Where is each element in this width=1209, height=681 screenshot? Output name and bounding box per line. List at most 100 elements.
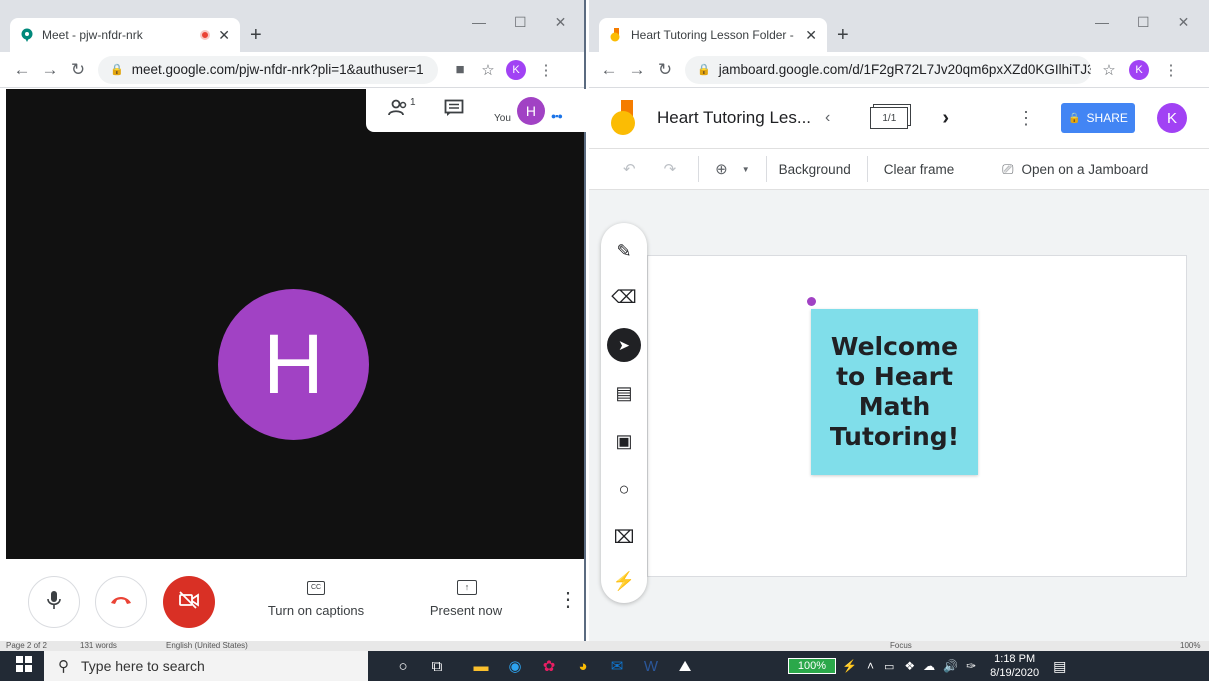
outlook-icon[interactable]: ✉ (600, 651, 634, 681)
menu-kebab-icon[interactable]: ⋮ (532, 61, 560, 79)
notifications-icon[interactable]: ▤ (1053, 658, 1066, 675)
maximize-icon[interactable]: ☐ (514, 14, 527, 31)
sticky-handle-icon[interactable] (807, 297, 816, 306)
toolbar: ← → ↻ 🔒 jamboard.google.com/d/1F2gR72L7J… (589, 52, 1209, 88)
present-screen-icon[interactable]: ↑ (457, 580, 477, 595)
open-on-jamboard-button[interactable]: Open on a Jamboard (1021, 162, 1148, 177)
clock-time: 1:18 PM (994, 653, 1036, 665)
word-icon[interactable]: W (634, 651, 668, 681)
undo-icon[interactable]: ↶ (623, 160, 636, 178)
network-icon[interactable]: ▭ (884, 660, 894, 673)
start-button[interactable] (4, 651, 44, 681)
cortana-icon[interactable]: ○ (386, 651, 420, 681)
new-tab-icon[interactable]: + (837, 24, 849, 47)
background-button[interactable]: Background (779, 162, 851, 177)
previous-frame-icon[interactable]: ‹ (825, 109, 830, 127)
address-bar[interactable]: 🔒 jamboard.google.com/d/1F2gR72L7Jv20qm6… (685, 55, 1091, 84)
participant-avatar: H (218, 289, 369, 440)
next-frame-icon[interactable]: › (942, 107, 949, 130)
tab-meet[interactable]: Meet - pjw-nfdr-nrk ✕ (10, 18, 240, 52)
clear-frame-button[interactable]: Clear frame (884, 162, 955, 177)
reload-icon[interactable]: ↻ (64, 60, 92, 80)
share-button[interactable]: 🔒 SHARE (1061, 103, 1135, 133)
edge-icon[interactable]: ◉ (498, 651, 532, 681)
task-view-icon[interactable]: ⧉ (420, 651, 454, 681)
minimize-icon[interactable]: — (472, 14, 486, 31)
minimize-icon[interactable]: — (1095, 14, 1109, 31)
profile-avatar[interactable]: K (1129, 59, 1149, 80)
close-tab-icon[interactable]: ✕ (218, 27, 230, 44)
focus-mode[interactable]: Focus (890, 641, 912, 650)
app-flower-icon[interactable]: ✿ (532, 651, 566, 681)
close-window-icon[interactable]: ✕ (555, 14, 567, 31)
profile-avatar[interactable]: K (506, 59, 526, 80)
windows-logo-icon (16, 656, 32, 676)
tab-strip: Heart Tutoring Lesson Folder - G ✕ + — ☐… (589, 0, 1209, 52)
battery-indicator[interactable]: 100% (788, 658, 836, 674)
address-bar[interactable]: 🔒 meet.google.com/pjw-nfdr-nrk?pli=1&aut… (98, 55, 438, 84)
self-avatar[interactable]: H (516, 96, 545, 125)
toolbar-divider (866, 156, 868, 182)
microphone-button[interactable] (28, 576, 80, 628)
pen-tool-icon[interactable]: ✎ (601, 233, 647, 269)
onedrive-icon[interactable]: ☁ (923, 659, 935, 673)
recording-dot-icon (200, 30, 211, 40)
maximize-icon[interactable]: ☐ (1137, 14, 1150, 31)
more-options-icon[interactable]: ⋮ (1017, 108, 1035, 129)
select-pointer-icon: ➤ (607, 328, 641, 362)
image-tool-icon[interactable]: ▣ (601, 423, 647, 459)
jamboard-header: Heart Tutoring Les... ‹ 1/1 › ⋮ 🔒 SHARE … (589, 89, 1209, 147)
user-avatar[interactable]: K (1157, 103, 1187, 133)
chat-icon[interactable] (444, 99, 464, 122)
participants-icon[interactable]: 1 (388, 97, 416, 122)
microphone-icon (47, 590, 61, 615)
end-call-button[interactable] (95, 576, 147, 628)
volume-icon[interactable]: 🔊 (943, 659, 958, 673)
photos-icon[interactable]: ⛰ (668, 651, 702, 681)
captions-label[interactable]: Turn on captions (256, 603, 376, 618)
jamboard-browser-window: Heart Tutoring Lesson Folder - G ✕ + — ☐… (589, 0, 1209, 641)
sticky-note[interactable]: Welcome to Heart Math Tutoring! (811, 309, 978, 475)
text-box-tool-icon[interactable]: ⌧ (601, 519, 647, 555)
close-window-icon[interactable]: ✕ (1178, 14, 1190, 31)
more-options-icon[interactable]: ⋮ (558, 587, 578, 612)
document-title[interactable]: Heart Tutoring Les... (657, 108, 825, 128)
zoom-icon[interactable]: ⊕ (715, 160, 728, 178)
tray-chevron-icon[interactable]: ˄ (867, 659, 874, 673)
new-tab-icon[interactable]: + (250, 24, 262, 47)
closed-captions-icon[interactable]: CC (307, 581, 325, 595)
redo-icon[interactable]: ↷ (664, 160, 677, 178)
camera-permission-icon[interactable]: ■ (446, 61, 474, 78)
bookmark-star-icon[interactable]: ☆ (1095, 61, 1123, 79)
frame-counter-text: 1/1 (882, 112, 897, 124)
close-tab-icon[interactable]: ✕ (805, 27, 817, 44)
circle-shape-tool-icon[interactable]: ○ (601, 471, 647, 507)
dropbox-icon[interactable]: ❖ (904, 659, 915, 673)
zoom-dropdown-icon[interactable]: ▼ (742, 165, 750, 174)
sticky-note-text: Welcome to Heart Math Tutoring! (829, 332, 960, 451)
sticky-note-tool-icon[interactable]: ▤ (601, 375, 647, 411)
back-icon[interactable]: ← (595, 60, 623, 80)
tab-jamboard[interactable]: Heart Tutoring Lesson Folder - G ✕ (599, 18, 827, 52)
laser-tool-icon[interactable]: ⚡ (601, 563, 647, 599)
select-tool-button[interactable]: ➤ (601, 327, 647, 363)
menu-kebab-icon[interactable]: ⋮ (1157, 61, 1185, 79)
cast-icon[interactable]: ⎚ (1002, 161, 1013, 178)
camera-toggle-button[interactable] (163, 576, 215, 628)
chrome-icon[interactable]: ◕ (566, 651, 600, 681)
present-label[interactable]: Present now (416, 603, 516, 618)
frame-counter[interactable]: 1/1 (870, 107, 909, 129)
file-explorer-icon[interactable]: ▬ (464, 651, 498, 681)
pen-icon[interactable]: ✑ (966, 659, 976, 673)
bookmark-star-icon[interactable]: ☆ (474, 61, 502, 79)
reload-icon[interactable]: ↻ (651, 60, 679, 80)
back-icon[interactable]: ← (8, 60, 36, 80)
clock[interactable]: 1:18 PM 8/19/2020 (990, 652, 1039, 680)
eraser-tool-icon[interactable]: ⌫ (601, 279, 647, 315)
taskbar-search-box[interactable]: ⚲ Type here to search (44, 651, 368, 681)
lock-icon: 🔒 (697, 64, 711, 76)
forward-icon[interactable]: → (36, 60, 64, 80)
share-lock-icon: 🔒 (1068, 112, 1081, 124)
search-placeholder: Type here to search (81, 658, 205, 674)
forward-icon[interactable]: → (623, 60, 651, 80)
